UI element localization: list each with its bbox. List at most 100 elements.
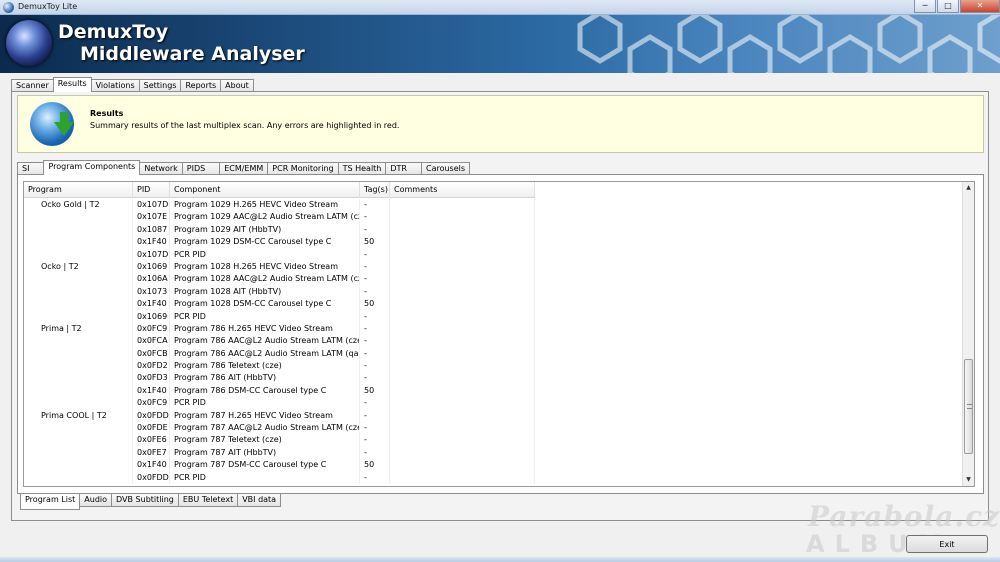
window-controls: ─ □ ✕ bbox=[913, 0, 1000, 15]
close-button[interactable]: ✕ bbox=[960, 0, 1000, 13]
cell-program bbox=[24, 422, 133, 435]
cell-component: Program 787 AAC@L2 Audio Stream LATM (cz… bbox=[170, 422, 360, 435]
cell-component: PCR PID bbox=[170, 471, 360, 484]
cell-pid: 0x0FDD bbox=[133, 409, 170, 423]
table-row[interactable]: 0x107E Program 1029 AAC@L2 Audio Stream L… bbox=[24, 211, 962, 224]
cell-tags: - bbox=[360, 360, 390, 373]
cell-program bbox=[24, 347, 133, 361]
table-row[interactable]: 0x1073 Program 1028 AIT (HbbTV) - bbox=[24, 285, 962, 299]
cell-program bbox=[24, 298, 133, 311]
brand-subtitle: Middleware Analyser bbox=[80, 43, 305, 65]
tab-program-list[interactable]: Program List bbox=[20, 494, 81, 510]
table-row[interactable]: 0x0FDE Program 787 AAC@L2 Audio Stream LA… bbox=[24, 422, 962, 435]
cell-comments bbox=[390, 285, 535, 299]
table-row[interactable]: 0x0FD2 Program 786 Teletext (cze) - bbox=[24, 360, 962, 373]
cell-component: Program 1029 DSM-CC Carousel type C bbox=[170, 236, 360, 249]
column-header-program[interactable]: Program bbox=[24, 182, 133, 198]
table-row[interactable]: 0x1F40 Program 786 DSM-CC Carousel type C… bbox=[24, 384, 962, 398]
subtab-program-components[interactable]: Program Components bbox=[43, 160, 141, 175]
globe-logo-icon bbox=[6, 20, 52, 66]
table-row[interactable]: 0x0FCA Program 786 AAC@L2 Audio Stream LA… bbox=[24, 335, 962, 348]
table-row[interactable]: 0x0FD3 Program 786 AIT (HbbTV) - bbox=[24, 372, 962, 385]
cell-program bbox=[24, 335, 133, 348]
table-row[interactable]: 0x1F40 Program 1029 DSM-CC Carousel type … bbox=[24, 236, 962, 249]
cell-tags: - bbox=[360, 273, 390, 286]
scroll-thumb[interactable] bbox=[964, 359, 973, 454]
cell-tags: - bbox=[360, 322, 390, 336]
tab-dvb-subtitling[interactable]: DVB Subtitling bbox=[111, 494, 179, 507]
cell-comments bbox=[390, 260, 535, 274]
cell-program bbox=[24, 397, 133, 410]
cell-component: Program 1028 AIT (HbbTV) bbox=[170, 285, 360, 299]
cell-pid: 0x1069 bbox=[133, 260, 170, 274]
cell-program bbox=[24, 273, 133, 286]
tab-results[interactable]: Results bbox=[52, 77, 92, 92]
minimize-button[interactable]: ─ bbox=[914, 0, 936, 13]
cell-pid: 0x107D bbox=[133, 199, 170, 212]
cell-tags: - bbox=[360, 446, 390, 460]
header-title: Results bbox=[90, 109, 124, 118]
column-header-component[interactable]: Component bbox=[170, 182, 360, 198]
cell-comments bbox=[390, 422, 535, 435]
cell-component: PCR PID bbox=[170, 248, 360, 261]
cell-pid: 0x1087 bbox=[133, 223, 170, 237]
cell-pid: 0x0FDE bbox=[133, 422, 170, 435]
cell-pid: 0x107D bbox=[133, 248, 170, 261]
cell-pid: 0x0FC9 bbox=[133, 397, 170, 410]
cell-component: PCR PID bbox=[170, 310, 360, 323]
table-row[interactable]: 0x0FDD PCR PID - bbox=[24, 471, 962, 484]
table-row[interactable]: 0x106A Program 1028 AAC@L2 Audio Stream L… bbox=[24, 273, 962, 286]
program-components-grid[interactable]: Program PID Component Tag(s) Comments Oc… bbox=[23, 181, 975, 487]
table-row[interactable]: 0x0FE6 Program 787 Teletext (cze) - bbox=[24, 434, 962, 447]
cell-component: Program 786 DSM-CC Carousel type C bbox=[170, 384, 360, 398]
table-row[interactable]: 0x1069 PCR PID - bbox=[24, 310, 962, 323]
table-row[interactable]: 0x0FCB Program 786 AAC@L2 Audio Stream LA… bbox=[24, 347, 962, 361]
exit-button[interactable]: Exit bbox=[906, 535, 988, 553]
cell-comments bbox=[390, 397, 535, 410]
cell-tags: - bbox=[360, 285, 390, 299]
table-row[interactable]: 0x1F40 Program 787 DSM-CC Carousel type C… bbox=[24, 459, 962, 472]
cell-tags: - bbox=[360, 471, 390, 484]
cell-tags: - bbox=[360, 409, 390, 423]
column-header-pid[interactable]: PID bbox=[133, 182, 170, 198]
table-row[interactable]: Ocko | T2 0x1069 Program 1028 H.265 HEVC V… bbox=[24, 260, 962, 274]
tab-audio[interactable]: Audio bbox=[79, 494, 113, 507]
cell-pid: 0x106A bbox=[133, 273, 170, 286]
cell-pid: 0x0FD2 bbox=[133, 360, 170, 373]
cell-component: Program 1028 DSM-CC Carousel type C bbox=[170, 298, 360, 311]
table-row[interactable]: Ocko Gold | T2 0x107D Program 1029 H.265 H… bbox=[24, 199, 962, 212]
cell-pid: 0x107E bbox=[133, 211, 170, 224]
scroll-up-icon[interactable]: ▲ bbox=[963, 182, 974, 194]
maximize-button[interactable]: □ bbox=[937, 0, 959, 13]
cell-comments bbox=[390, 248, 535, 261]
column-header-tags[interactable]: Tag(s) bbox=[360, 182, 390, 198]
app-banner: DemuxToy Middleware Analyser bbox=[0, 15, 1000, 73]
table-row[interactable]: Prima | T2 0x0FC9 Program 786 H.265 HEVC V… bbox=[24, 322, 962, 336]
table-row[interactable]: 0x0FE7 Program 787 AIT (HbbTV) - bbox=[24, 446, 962, 460]
tab-ebu-teletext[interactable]: EBU Teletext bbox=[177, 494, 239, 507]
table-row[interactable]: 0x1087 Program 1029 AIT (HbbTV) - bbox=[24, 223, 962, 237]
tab-vbi-data[interactable]: VBI data bbox=[237, 494, 282, 507]
table-row[interactable]: Prima COOL | T2 0x0FDD Program 787 H.265 H… bbox=[24, 409, 962, 423]
main-tab-bar: Scanner Results Violations Settings Repo… bbox=[11, 77, 254, 92]
cell-component: Program 787 H.265 HEVC Video Stream bbox=[170, 409, 360, 423]
cell-pid: 0x1F40 bbox=[133, 298, 170, 311]
table-row[interactable]: 0x1F40 Program 1028 DSM-CC Carousel type … bbox=[24, 298, 962, 311]
grid-header: Program PID Component Tag(s) Comments bbox=[24, 182, 535, 198]
cell-pid: 0x1073 bbox=[133, 285, 170, 299]
cell-component: Program 1029 AIT (HbbTV) bbox=[170, 223, 360, 237]
vertical-scrollbar[interactable]: ▲ ▼ bbox=[962, 182, 974, 486]
grid-body: Ocko Gold | T2 0x107D Program 1029 H.265 H… bbox=[24, 199, 962, 484]
column-header-comments[interactable]: Comments bbox=[390, 182, 535, 198]
cell-tags: 50 bbox=[360, 459, 390, 472]
cell-program bbox=[24, 223, 133, 237]
cell-program bbox=[24, 285, 133, 299]
cell-pid: 0x0FD3 bbox=[133, 372, 170, 385]
cell-comments bbox=[390, 310, 535, 323]
hexagon-pattern bbox=[577, 15, 1000, 73]
scroll-down-icon[interactable]: ▼ bbox=[963, 474, 974, 486]
table-row[interactable]: 0x0FC9 PCR PID - bbox=[24, 397, 962, 410]
cell-component: Program 787 AIT (HbbTV) bbox=[170, 446, 360, 460]
cell-comments bbox=[390, 459, 535, 472]
table-row[interactable]: 0x107D PCR PID - bbox=[24, 248, 962, 261]
